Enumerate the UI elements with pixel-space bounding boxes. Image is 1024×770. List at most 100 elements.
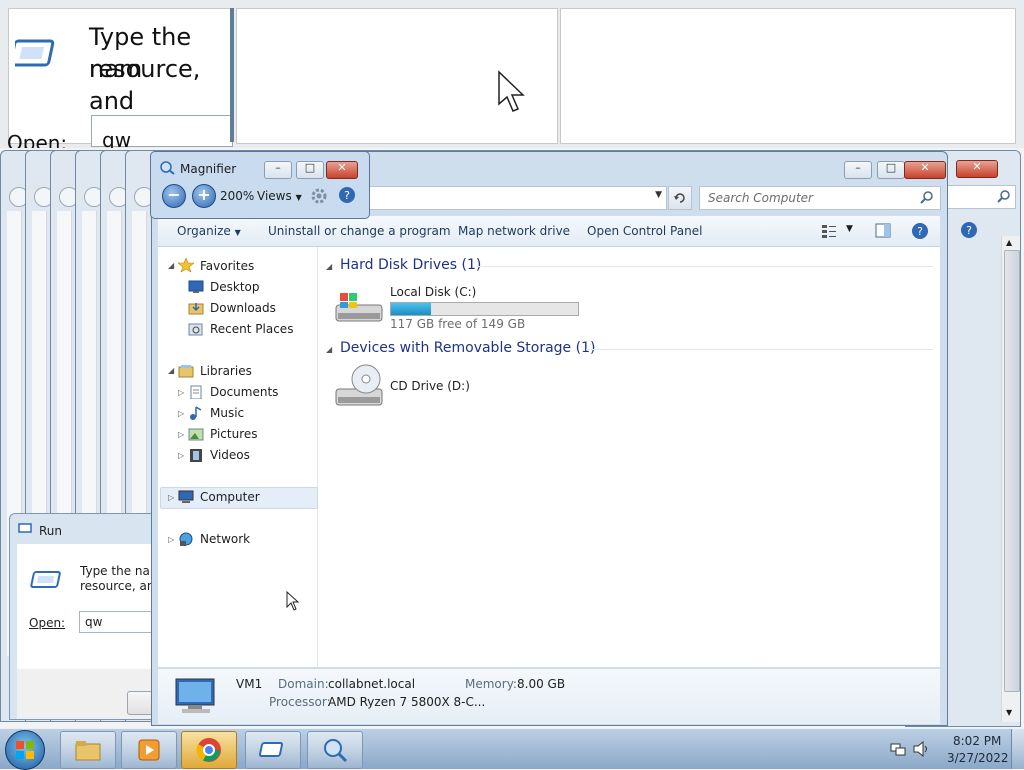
section-divider xyxy=(586,349,933,350)
music-icon xyxy=(190,406,202,420)
views-label: Views xyxy=(257,189,292,203)
magnified-open-value: qw xyxy=(102,128,132,148)
nav-videos[interactable]: Videos xyxy=(210,448,250,462)
view-dropdown-icon[interactable]: ▼ xyxy=(846,224,853,234)
nav-desktop[interactable]: Desktop xyxy=(210,280,260,294)
taskbar-explorer[interactable] xyxy=(60,731,116,769)
removable-storage-header[interactable]: Devices with Removable Storage (1) xyxy=(340,340,595,356)
processor-value: AMD Ryzen 7 5800X 8-C... xyxy=(328,695,486,709)
scroll-down-icon[interactable]: ▼ xyxy=(1006,708,1012,717)
start-button[interactable] xyxy=(5,730,45,770)
minimize-button[interactable]: – xyxy=(844,161,872,179)
magnifier-minimize-button[interactable]: – xyxy=(264,161,292,179)
views-dropdown[interactable]: Views ▼ xyxy=(257,189,302,203)
group-collapse-icon[interactable]: ◢ xyxy=(326,262,332,271)
uninstall-program-button[interactable]: Uninstall or change a program xyxy=(268,224,451,238)
collapse-arrow-icon[interactable]: ▷ xyxy=(178,451,184,460)
nav-favorites[interactable]: Favorites xyxy=(200,259,254,273)
computer-name: VM1 xyxy=(236,677,263,691)
group-collapse-icon[interactable]: ◢ xyxy=(326,345,332,354)
nav-music[interactable]: Music xyxy=(210,406,244,420)
windows-logo-icon xyxy=(16,741,34,759)
volume-icon[interactable] xyxy=(913,741,931,757)
collapse-arrow-icon[interactable]: ▷ xyxy=(178,409,184,418)
nav-computer[interactable]: Computer xyxy=(200,490,260,504)
computer-large-icon xyxy=(175,678,215,713)
close-button[interactable]: ✕ xyxy=(956,160,998,178)
taskbar-chrome[interactable] xyxy=(181,731,237,769)
expand-arrow-icon[interactable]: ◢ xyxy=(168,261,174,270)
help-icon[interactable]: ? xyxy=(960,221,978,239)
scroll-thumb[interactable] xyxy=(1004,250,1020,692)
nav-recent-places[interactable]: Recent Places xyxy=(210,322,293,336)
cd-drive-icon xyxy=(335,364,383,406)
magnified-divider xyxy=(230,8,234,142)
nav-network[interactable]: Network xyxy=(200,532,250,546)
open-control-panel-button[interactable]: Open Control Panel xyxy=(587,224,702,238)
magnifier-app-icon xyxy=(160,161,175,175)
collapse-arrow-icon[interactable]: ▷ xyxy=(168,535,174,544)
pictures-icon xyxy=(188,428,204,441)
folder-icon xyxy=(75,741,101,761)
preview-pane-icon[interactable] xyxy=(875,223,891,239)
organize-button[interactable]: Organize ▼ xyxy=(177,224,241,238)
view-options-icon[interactable] xyxy=(821,223,837,239)
address-bar[interactable]: ▼ xyxy=(369,186,667,210)
clock-time[interactable]: 8:02 PM xyxy=(953,734,1001,748)
run-open-label: Open: xyxy=(29,616,66,630)
vertical-scrollbar[interactable]: ▲ ▼ xyxy=(1001,236,1020,722)
desktop-icon xyxy=(188,280,204,293)
clock-date[interactable]: 3/27/2022 xyxy=(947,751,1009,765)
magnified-blank-pane-2 xyxy=(560,8,1016,144)
libraries-icon xyxy=(178,365,194,378)
hard-disk-drives-header[interactable]: Hard Disk Drives (1) xyxy=(340,257,481,273)
magnifier-icon xyxy=(324,739,348,763)
address-dropdown-icon[interactable]: ▼ xyxy=(655,190,662,200)
collapse-arrow-icon[interactable]: ▷ xyxy=(168,493,174,502)
local-disk-item[interactable]: Local Disk (C:) 117 GB free of 149 GB xyxy=(334,277,604,333)
taskbar-media-player[interactable] xyxy=(121,731,177,769)
magnifier-maximize-button[interactable]: □ xyxy=(296,161,324,179)
nav-pictures[interactable]: Pictures xyxy=(210,427,258,441)
expand-arrow-icon[interactable]: ◢ xyxy=(168,366,174,375)
svg-text:?: ? xyxy=(966,224,972,237)
close-button[interactable]: ✕ xyxy=(904,161,946,179)
domain-label: Domain: xyxy=(278,677,329,691)
cd-drive-item[interactable]: CD Drive (D:) xyxy=(334,363,534,413)
magnifier-close-button[interactable]: ✕ xyxy=(326,161,358,179)
run-icon xyxy=(30,571,61,588)
nav-documents[interactable]: Documents xyxy=(210,385,278,399)
show-desktop-button[interactable] xyxy=(1011,729,1024,769)
gear-icon[interactable] xyxy=(310,187,328,205)
search-box[interactable]: Search Computer xyxy=(699,186,941,210)
scroll-up-icon[interactable]: ▲ xyxy=(1006,238,1012,247)
computer-icon xyxy=(178,490,194,503)
nav-libraries[interactable]: Libraries xyxy=(200,364,252,378)
cd-drive-name: CD Drive (D:) xyxy=(390,379,470,393)
taskbar-run[interactable] xyxy=(245,731,301,769)
zoom-in-button[interactable]: + xyxy=(192,184,216,208)
disk-usage-bar xyxy=(390,302,579,316)
help-icon[interactable]: ? xyxy=(911,222,929,240)
recent-places-icon xyxy=(188,323,203,336)
map-network-drive-button[interactable]: Map network drive xyxy=(458,224,570,238)
nav-downloads[interactable]: Downloads xyxy=(210,301,276,315)
taskbar-magnifier[interactable] xyxy=(307,731,363,769)
zoom-out-button[interactable]: − xyxy=(162,184,186,208)
collapse-arrow-icon[interactable]: ▷ xyxy=(178,430,184,439)
collapse-arrow-icon[interactable]: ▷ xyxy=(178,388,184,397)
network-icon xyxy=(179,532,193,546)
documents-icon xyxy=(190,385,202,399)
search-box-background[interactable] xyxy=(946,185,1016,209)
local-disk-free: 117 GB free of 149 GB xyxy=(390,317,526,331)
network-tray-icon[interactable] xyxy=(890,741,906,757)
maximize-button[interactable]: □ xyxy=(877,161,905,179)
processor-label: Processor: xyxy=(269,695,331,709)
magnified-open-input: qw xyxy=(91,115,233,148)
refresh-icon xyxy=(674,193,685,203)
media-player-icon xyxy=(138,739,160,761)
run-open-value: qw xyxy=(85,615,103,629)
help-icon[interactable]: ? xyxy=(338,186,356,204)
refresh-button[interactable] xyxy=(668,186,692,210)
magnifier-title: Magnifier xyxy=(180,162,237,176)
